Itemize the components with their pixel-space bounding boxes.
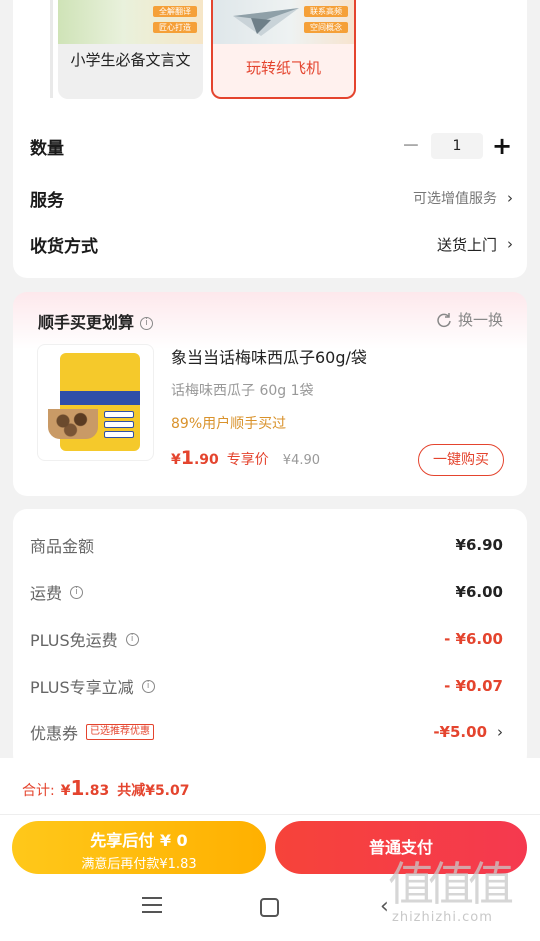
quantity-label: 数量 xyxy=(30,138,64,159)
total-label: 合计: xyxy=(22,783,55,799)
delivery-row[interactable]: 收货方式 送货上门 › xyxy=(30,229,513,259)
chevron-right-icon: › xyxy=(497,723,503,741)
service-row[interactable]: 服务 可选增值服务 › xyxy=(30,183,513,213)
variant-scroll-edge xyxy=(50,0,53,98)
chevron-right-icon: › xyxy=(507,189,513,207)
shipping-label: 运费 i xyxy=(30,580,84,604)
price-summary-card: 商品金额 ¥6.90 运费 i ¥6.00 PLUS免运费 i - ¥6.00 PL… xyxy=(13,509,527,769)
delivery-value: 送货上门 › xyxy=(437,234,513,255)
addon-title-text: 顺手买更划算 xyxy=(38,313,135,332)
product-social-proof: 89%用户顺手买过 xyxy=(171,416,287,432)
checkout-footer: 合计: ¥ 1 .83 共减¥5.07 先享后付 ¥ 0 满意后再付款¥1.83… xyxy=(0,758,540,941)
home-icon[interactable] xyxy=(260,898,279,917)
plus-free-shipping-label-text: PLUS免运费 xyxy=(30,631,118,650)
variant-label: 玩转纸飞机 xyxy=(245,59,321,77)
variant-tag: 匠心打造 xyxy=(153,22,197,33)
price-currency: ¥ xyxy=(171,452,181,468)
total-saved: 共减¥5.07 xyxy=(117,783,190,799)
service-label: 服务 xyxy=(30,190,64,211)
coupon-value-text: -¥5.00 xyxy=(433,723,487,741)
quantity-input[interactable]: 1 xyxy=(431,133,483,159)
plus-discount-label-text: PLUS专享立减 xyxy=(30,678,134,697)
info-icon[interactable]: i xyxy=(141,679,155,693)
increase-button[interactable]: + xyxy=(491,134,513,158)
variant-tag: 全解翻译 xyxy=(153,6,197,17)
info-icon[interactable]: i xyxy=(125,632,139,646)
refresh-button[interactable]: 换一换 xyxy=(436,309,503,330)
quantity-stepper: − 1 + xyxy=(399,133,513,159)
variant-thumbnail: 全解翻译 匠心打造 xyxy=(58,0,203,44)
coupon-badge: 已选推荐优惠 xyxy=(86,724,155,740)
refresh-icon xyxy=(437,312,451,327)
variant-option-2-selected[interactable]: 联系高频 空间概念 玩转纸飞机 xyxy=(211,0,356,99)
pay-later-title: 先享后付 ¥ 0 xyxy=(90,831,188,850)
paper-plane-icon xyxy=(233,8,299,36)
watermark-url: zhizhizhi.com xyxy=(392,910,493,925)
addon-recommend-card: 顺手买更划算 i 换一换 象当当话梅味西瓜子60g/袋 话梅味西瓜子 60g 1袋… xyxy=(13,292,527,496)
price-tag: 专享价 xyxy=(226,452,269,468)
service-value-text: 可选增值服务 xyxy=(413,191,497,207)
goods-amount-value: ¥6.90 xyxy=(455,536,503,554)
footer-divider xyxy=(0,814,540,815)
variant-thumbnail: 联系高频 空间概念 xyxy=(213,0,354,44)
decrease-button[interactable]: − xyxy=(399,135,423,157)
order-total: 合计: ¥ 1 .83 共减¥5.07 xyxy=(22,776,190,800)
one-click-buy-button[interactable]: 一键购买 xyxy=(418,444,504,476)
watermark-logo: 值值值 zhizhizhi.com xyxy=(388,858,536,936)
variant-label: 小学生必备文言文 xyxy=(70,51,191,69)
order-options-card: 全解翻译 匠心打造 小学生必备文言文 联系高频 空间概念 玩转纸飞机 数量 − … xyxy=(13,0,527,278)
shipping-value: ¥6.00 xyxy=(455,583,503,601)
info-icon[interactable]: i xyxy=(140,317,154,330)
seeds-bowl-image xyxy=(48,409,98,439)
total-decimal: .83 xyxy=(84,783,110,799)
goods-amount-label: 商品金额 xyxy=(30,537,95,556)
goods-amount-row: 商品金额 ¥6.90 xyxy=(30,532,503,558)
product-spec: 话梅味西瓜子 60g 1袋 xyxy=(171,383,314,399)
coupon-label: 优惠券 已选推荐优惠 xyxy=(30,720,155,744)
delivery-value-text: 送货上门 xyxy=(436,235,497,254)
coupon-row[interactable]: 优惠券 已选推荐优惠 -¥5.00 › xyxy=(30,719,503,745)
original-price: ¥4.90 xyxy=(282,453,321,468)
service-value: 可选增值服务 › xyxy=(413,188,513,208)
coupon-label-text: 优惠券 xyxy=(30,724,79,743)
product-name[interactable]: 象当当话梅味西瓜子60g/袋 xyxy=(171,344,367,368)
info-icon[interactable]: i xyxy=(70,585,84,599)
price-integer: 1 xyxy=(180,447,194,469)
total-integer: 1 xyxy=(70,776,85,800)
plus-free-shipping-value: - ¥6.00 xyxy=(444,630,503,648)
variant-option-1[interactable]: 全解翻译 匠心打造 小学生必备文言文 xyxy=(58,0,203,99)
pay-later-button[interactable]: 先享后付 ¥ 0 满意后再付款¥1.83 xyxy=(12,821,266,874)
refresh-label: 换一换 xyxy=(457,311,503,329)
pay-later-subtitle: 满意后再付款¥1.83 xyxy=(81,857,197,872)
watermark-glyphs: 值值值 xyxy=(388,857,514,911)
product-price: ¥ 1 .90 专享价 ¥4.90 xyxy=(171,447,320,469)
addon-title: 顺手买更划算 i xyxy=(38,309,154,333)
quantity-row: 数量 − 1 + xyxy=(30,131,513,161)
delivery-label: 收货方式 xyxy=(30,236,98,257)
product-image[interactable] xyxy=(37,344,154,461)
plus-free-shipping-label: PLUS免运费 i xyxy=(30,627,139,651)
chevron-right-icon: › xyxy=(507,235,513,253)
plus-discount-row: PLUS专享立减 i - ¥0.07 xyxy=(30,673,503,699)
shipping-label-text: 运费 xyxy=(30,584,63,603)
total-currency: ¥ xyxy=(60,783,71,799)
plus-discount-label: PLUS专享立减 i xyxy=(30,674,155,698)
plus-free-shipping-row: PLUS免运费 i - ¥6.00 xyxy=(30,626,503,652)
coupon-value: -¥5.00 › xyxy=(433,723,503,741)
price-decimal: .90 xyxy=(193,452,219,468)
plus-discount-value: - ¥0.07 xyxy=(444,677,503,695)
menu-icon[interactable] xyxy=(142,897,162,915)
shipping-row: 运费 i ¥6.00 xyxy=(30,579,503,605)
variant-tag: 空间概念 xyxy=(304,22,348,33)
variant-tag: 联系高频 xyxy=(304,6,348,17)
